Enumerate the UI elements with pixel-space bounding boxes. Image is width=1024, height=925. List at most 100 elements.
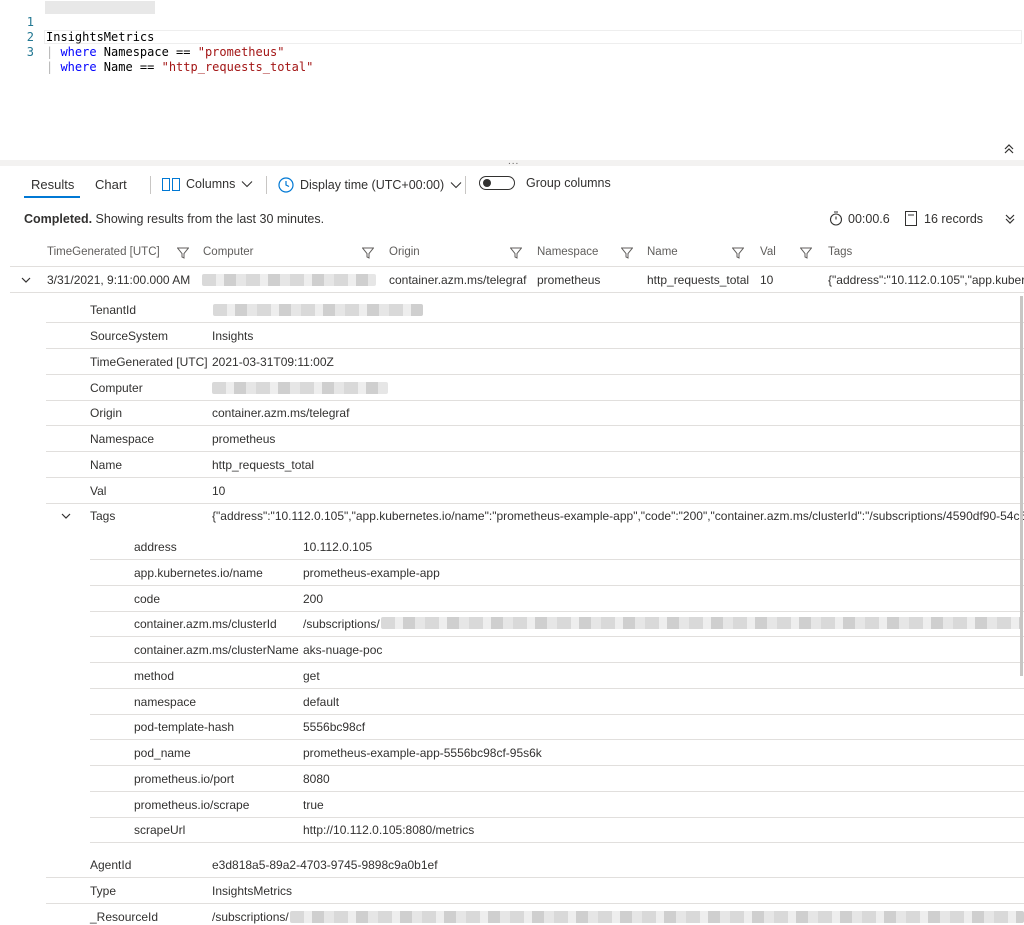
detail-key: Type <box>90 884 117 898</box>
filter-icon[interactable] <box>362 247 374 259</box>
group-columns-toggle[interactable]: Group columns <box>479 176 611 190</box>
tag-row-prometheus-scrape: prometheus.io/scrape true <box>90 792 1024 818</box>
tag-key: pod_name <box>134 746 191 760</box>
tag-row-address: address 10.112.0.105 <box>90 534 1024 560</box>
chevron-down-icon[interactable] <box>60 510 72 522</box>
filter-icon[interactable] <box>621 247 633 259</box>
expand-all-icon[interactable] <box>1004 213 1016 225</box>
column-header-computer[interactable]: Computer <box>203 246 254 258</box>
tab-chart[interactable]: Chart <box>95 177 127 192</box>
display-time-label: Display time (UTC+00:00) <box>300 178 445 192</box>
tag-key: prometheus.io/scrape <box>134 798 250 812</box>
detail-key: Computer <box>90 381 143 395</box>
column-header-origin[interactable]: Origin <box>389 246 420 258</box>
column-header-namespace[interactable]: Namespace <box>537 246 598 258</box>
results-grid: TimeGenerated [UTC] Computer Origin Name… <box>10 238 1024 925</box>
detail-value: 10 <box>212 484 226 498</box>
toolbar-divider <box>266 176 267 194</box>
detail-row-type: Type InsightsMetrics <box>46 878 1024 904</box>
code-line-3[interactable]: 3 | where Name == "http_requests_total" <box>0 30 314 74</box>
tag-row-prometheus-port: prometheus.io/port 8080 <box>90 766 1024 792</box>
tag-key: address <box>134 540 177 554</box>
cell-name: http_requests_total <box>647 273 750 287</box>
column-header-tags[interactable]: Tags <box>828 246 852 258</box>
toggle-switch[interactable] <box>479 176 515 190</box>
detail-value: {"address":"10.112.0.105","app.kubernete… <box>212 509 1024 523</box>
detail-key: Origin <box>90 406 123 420</box>
column-header-val[interactable]: Val <box>760 246 776 258</box>
detail-row-tenantid: TenantId <box>46 297 1024 323</box>
document-icon <box>905 211 917 226</box>
tag-row-namespace: namespace default <box>90 689 1024 715</box>
detail-value: e3d818a5-89a2-4703-9745-9898c9a0b1ef <box>212 858 438 872</box>
detail-key: Name <box>90 458 123 472</box>
tag-row-code: code 200 <box>90 586 1024 612</box>
stopwatch-icon <box>829 211 843 226</box>
clock-icon <box>278 177 294 193</box>
tag-value: prometheus-example-app <box>303 566 440 580</box>
detail-key: _ResourceId <box>90 910 159 924</box>
toolbar-divider <box>150 176 151 194</box>
tag-key: method <box>134 669 175 683</box>
tag-value: aks-nuage-poc <box>303 643 383 657</box>
group-columns-label: Group columns <box>526 176 611 190</box>
tag-key: pod-template-hash <box>134 720 235 734</box>
tag-key: prometheus.io/port <box>134 772 235 786</box>
display-time-button[interactable]: Display time (UTC+00:00) <box>278 177 462 193</box>
table-row[interactable]: 3/31/2021, 9:11:00.000 AM container.azm.… <box>10 266 1024 293</box>
tag-value: 8080 <box>303 772 330 786</box>
record-count: 16 records <box>905 211 983 226</box>
filter-icon[interactable] <box>510 247 522 259</box>
tag-key: container.azm.ms/clusterName <box>134 643 299 657</box>
filter-icon[interactable] <box>800 247 812 259</box>
collapse-editor-icon[interactable] <box>1002 142 1016 156</box>
detail-key: SourceSystem <box>90 329 169 343</box>
grid-header: TimeGenerated [UTC] Computer Origin Name… <box>10 238 1024 267</box>
cell-namespace: prometheus <box>537 273 601 287</box>
filter-icon[interactable] <box>177 247 189 259</box>
code-line-2[interactable]: 2 | where Namespace == "prometheus" <box>0 15 285 59</box>
toolbar-divider <box>465 176 466 194</box>
status-completed: Completed. <box>24 212 93 226</box>
code-keyword: where <box>60 45 97 59</box>
redacted-resourceid <box>290 911 1024 923</box>
detail-row-namespace: Namespace prometheus <box>46 426 1024 452</box>
detail-key: Val <box>90 484 107 498</box>
column-header-name[interactable]: Name <box>647 246 678 258</box>
detail-value: 2021-03-31T09:11:00Z <box>212 355 334 369</box>
line-number: 3 <box>26 45 34 59</box>
redacted-tenantid <box>213 304 423 316</box>
tab-results[interactable]: Results <box>31 177 74 192</box>
results-toolbar: Results Chart Columns Display time (UTC+… <box>0 166 1024 204</box>
column-header-timegenerated[interactable]: TimeGenerated [UTC] <box>47 246 160 258</box>
tag-value: default <box>303 695 340 709</box>
tag-key: app.kubernetes.io/name <box>134 566 263 580</box>
tag-key: code <box>134 592 161 606</box>
code-field: Namespace == <box>96 45 198 59</box>
query-editor[interactable]: 1 InsightsMetrics 2 | where Namespace ==… <box>0 0 1024 160</box>
detail-key: Tags <box>90 509 116 523</box>
chevron-down-icon <box>241 181 253 188</box>
chevron-down-icon[interactable] <box>20 274 32 286</box>
current-line-highlight <box>44 30 1022 44</box>
code-table-name: InsightsMetrics <box>46 30 155 44</box>
vertical-scrollbar[interactable] <box>1020 296 1023 676</box>
status-bar: Completed. Showing results from the last… <box>0 204 1024 234</box>
detail-value: InsightsMetrics <box>212 884 293 898</box>
tag-value: 10.112.0.105 <box>303 540 373 554</box>
status-detail: Showing results from the last 30 minutes… <box>92 212 325 226</box>
detail-key: AgentId <box>90 858 132 872</box>
detail-row-val: Val 10 <box>46 478 1024 504</box>
columns-icon <box>162 177 180 191</box>
detail-row-tags[interactable]: Tags {"address":"10.112.0.105","app.kube… <box>46 503 1024 528</box>
detail-key: TenantId <box>90 303 137 317</box>
code-line-1[interactable]: 1 InsightsMetrics <box>0 0 155 44</box>
detail-row-name: Name http_requests_total <box>46 452 1024 478</box>
detail-value: Insights <box>212 329 254 343</box>
filter-icon[interactable] <box>732 247 744 259</box>
columns-label: Columns <box>186 177 236 191</box>
columns-button[interactable]: Columns <box>162 177 253 191</box>
code-field: Name == <box>96 60 162 74</box>
splitter-grip[interactable]: ... <box>508 157 519 167</box>
query-duration: 00:00.6 <box>829 211 890 226</box>
